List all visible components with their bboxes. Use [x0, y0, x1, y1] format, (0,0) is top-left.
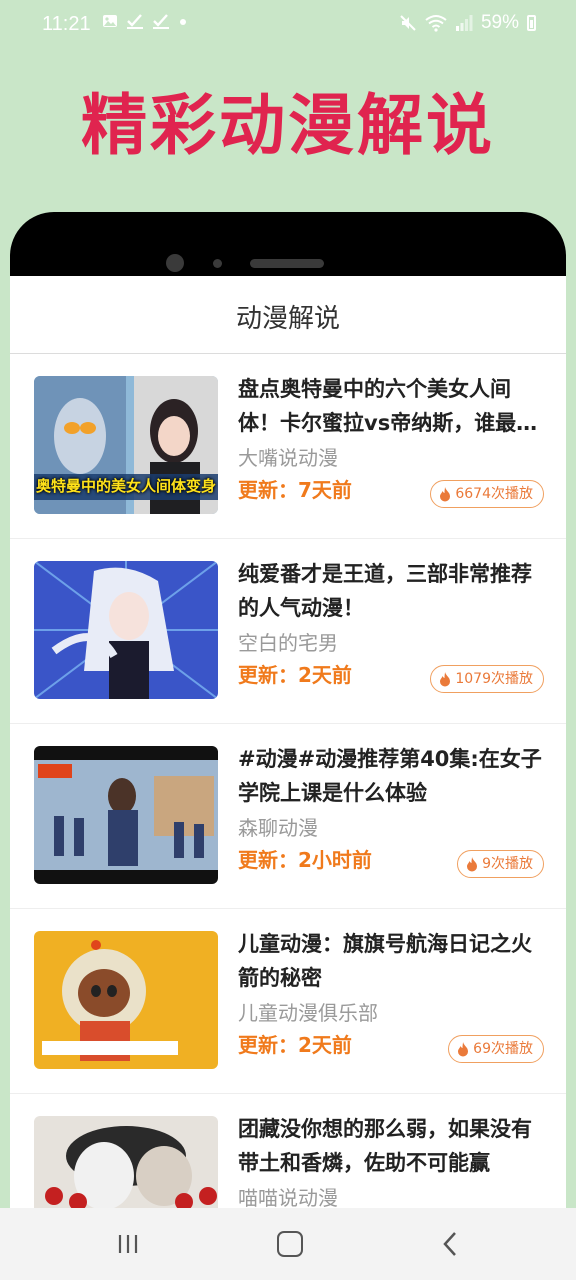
system-icons: 59% [399, 12, 536, 34]
video-title[interactable]: 儿童动漫：旗旗号航海日记之火箭的秘密 [238, 927, 548, 995]
list-item[interactable]: 纯爱番才是王道，三部非常推荐的人气动漫！ 空白的宅男 更新：2天前 1079次播… [10, 539, 566, 724]
check-icon [153, 14, 169, 29]
list-item[interactable]: 奥特曼中的美女人间体变身 盘点奥特曼中的六个美女人间体！卡尔蜜拉vs帝纳斯，谁最… [10, 354, 566, 539]
video-author: 儿童动漫俱乐部 [238, 1001, 378, 1025]
play-count: 1079次播放 [455, 671, 533, 687]
page-title: 动漫解说 [235, 304, 340, 334]
video-thumbnail[interactable]: 奥特曼中的美女人间体变身 [34, 376, 218, 514]
fire-icon [440, 671, 451, 686]
update-time: 更新：2天前 [238, 1033, 352, 1057]
phone-speaker-icon [250, 259, 324, 268]
update-time: 更新：7天前 [238, 478, 352, 502]
recent-apps-icon[interactable] [116, 1232, 140, 1256]
video-author: 空白的宅男 [238, 631, 338, 655]
video-list: 奥特曼中的美女人间体变身 盘点奥特曼中的六个美女人间体！卡尔蜜拉vs帝纳斯，谁最… [10, 354, 566, 1216]
video-title[interactable]: #动漫#动漫推荐第40集:在女子学院上课是什么体验 [238, 742, 548, 810]
play-count-badge: 69次播放 [448, 1035, 544, 1063]
video-thumbnail[interactable] [34, 931, 218, 1069]
video-thumbnail[interactable] [34, 1116, 218, 1216]
app-screen: 动漫解说 奥特曼中的美女人间体变身 盘点奥特曼中的六个美女人间体！卡尔蜜拉vs帝… [10, 276, 566, 1216]
fire-icon [458, 1041, 469, 1056]
play-count-badge: 1079次播放 [430, 665, 544, 693]
list-item[interactable]: 儿童动漫：旗旗号航海日记之火箭的秘密 儿童动漫俱乐部 更新：2天前 69次播放 [10, 909, 566, 1094]
play-count-badge: 6674次播放 [430, 480, 544, 508]
thumbnail-caption: 奥特曼中的美女人间体变身 [35, 477, 216, 495]
home-icon[interactable] [277, 1231, 303, 1257]
wifi-icon [425, 15, 447, 32]
status-bar: 11:21 59% [0, 0, 576, 46]
video-author: 森聊动漫 [238, 816, 318, 840]
notification-icons [102, 13, 188, 29]
gallery-icon [103, 15, 117, 27]
video-title[interactable]: 纯爱番才是王道，三部非常推荐的人气动漫！ [238, 557, 548, 625]
thumbnail-image [34, 746, 218, 884]
video-thumbnail[interactable] [34, 746, 218, 884]
play-count: 9次播放 [482, 856, 533, 872]
update-time: 更新：2小时前 [238, 848, 372, 872]
app-header: 动漫解说 [10, 276, 566, 354]
update-time: 更新：2天前 [238, 663, 352, 687]
play-count: 69次播放 [473, 1041, 533, 1057]
battery-icon [527, 15, 536, 31]
signal-icon [455, 15, 473, 31]
battery-percent: 59% [480, 12, 519, 33]
fire-icon [467, 856, 478, 871]
navigation-bar [0, 1208, 576, 1280]
video-author: 喵喵说动漫 [238, 1186, 338, 1210]
thumbnail-image [34, 561, 218, 699]
phone-camera-icon [166, 254, 184, 272]
list-item[interactable]: 团藏没你想的那么弱，如果没有带土和香燐，佐助不可能赢 喵喵说动漫 [10, 1094, 566, 1216]
video-thumbnail[interactable] [34, 561, 218, 699]
play-count-badge: 9次播放 [457, 850, 544, 878]
video-title[interactable]: 盘点奥特曼中的六个美女人间体！卡尔蜜拉vs帝纳斯，谁最… [238, 372, 548, 440]
thumbnail-image [34, 931, 218, 1069]
check-icon [127, 14, 143, 29]
video-author: 大嘴说动漫 [238, 446, 338, 470]
dot-icon [180, 19, 186, 25]
list-item[interactable]: #动漫#动漫推荐第40集:在女子学院上课是什么体验 森聊动漫 更新：2小时前 9… [10, 724, 566, 909]
play-count: 6674次播放 [455, 486, 533, 502]
fire-icon [440, 486, 451, 501]
thumbnail-image [34, 1116, 218, 1216]
phone-sensor-icon [213, 259, 222, 268]
banner-title: 精彩动漫解说 [81, 87, 495, 164]
back-icon[interactable] [440, 1230, 460, 1258]
video-title[interactable]: 团藏没你想的那么弱，如果没有带土和香燐，佐助不可能赢 [238, 1112, 548, 1180]
status-time: 11:21 [42, 13, 91, 35]
mute-icon [400, 15, 416, 31]
